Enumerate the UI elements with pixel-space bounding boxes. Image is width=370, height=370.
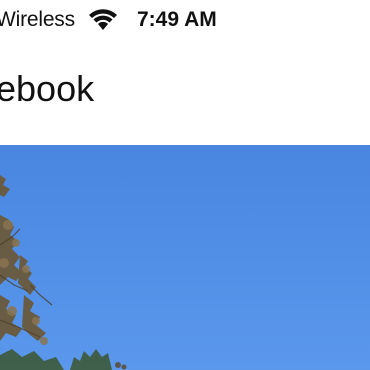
page-title: ebook [0, 68, 95, 109]
carrier-label: Wireless [0, 8, 75, 31]
photo-image [0, 175, 127, 370]
wifi-icon [88, 7, 118, 31]
clock-time: 7:49 AM [137, 8, 217, 31]
post-photo[interactable] [0, 145, 370, 370]
status-bar: Wireless 7:49 AM [0, 0, 370, 40]
screen: Wireless 7:49 AM ebook [0, 0, 370, 370]
